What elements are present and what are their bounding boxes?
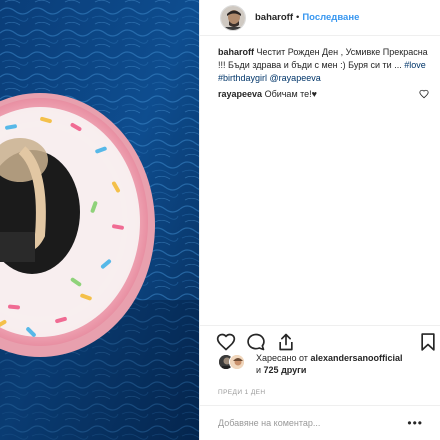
separator-dot: •	[296, 12, 300, 23]
reply-comment: rayapeeva Обичам те!♥	[218, 88, 431, 101]
more-options-icon[interactable]: •••	[407, 416, 423, 430]
caption-comment: baharoff Честит Рожден Ден , Усмивке Пре…	[218, 46, 431, 85]
liker-avatar[interactable]	[229, 354, 245, 370]
hashtag-birthdaygirl[interactable]: #birthdaygirl	[218, 73, 267, 83]
comment-author[interactable]: rayapeeva	[218, 89, 262, 99]
post-header: baharoff • Последване	[200, 0, 440, 36]
comment-author[interactable]: baharoff	[218, 47, 254, 57]
comments-list: baharoff Честит Рожден Ден , Усмивке Пре…	[200, 46, 440, 104]
author-avatar[interactable]	[220, 4, 246, 31]
action-bar	[200, 325, 440, 353]
share-icon[interactable]	[276, 332, 296, 352]
add-comment-bar: •••	[200, 405, 440, 440]
post-sidebar: baharoff • Последване baharoff Честит Ро…	[199, 0, 440, 440]
bookmark-icon[interactable]	[418, 332, 438, 352]
liker-username[interactable]: alexandersanoofficial	[310, 353, 402, 363]
liker-avatars	[218, 354, 252, 370]
author-username[interactable]: baharoff	[255, 12, 293, 23]
heart-icon[interactable]	[216, 332, 236, 352]
comment-text: Обичам те!♥	[264, 89, 317, 99]
comment-icon[interactable]	[246, 332, 266, 352]
likes-summary: Харесано от alexandersanoofficial и 725 …	[200, 352, 440, 382]
add-comment-input[interactable]	[218, 418, 398, 428]
likes-others-link[interactable]: 725 други	[264, 365, 307, 375]
post-timestamp[interactable]: ПРЕДИ 1 ДЕН	[218, 389, 265, 396]
mention-rayapeeva[interactable]: @rayapeeva	[270, 73, 321, 83]
post-image	[0, 0, 199, 440]
hashtag-love[interactable]: #love	[404, 60, 426, 70]
post-photo[interactable]	[0, 0, 199, 440]
like-comment-heart-icon[interactable]	[419, 89, 429, 99]
follow-button[interactable]: Последване	[302, 12, 359, 23]
likes-text: Харесано от alexandersanoofficial и 725 …	[256, 353, 403, 375]
